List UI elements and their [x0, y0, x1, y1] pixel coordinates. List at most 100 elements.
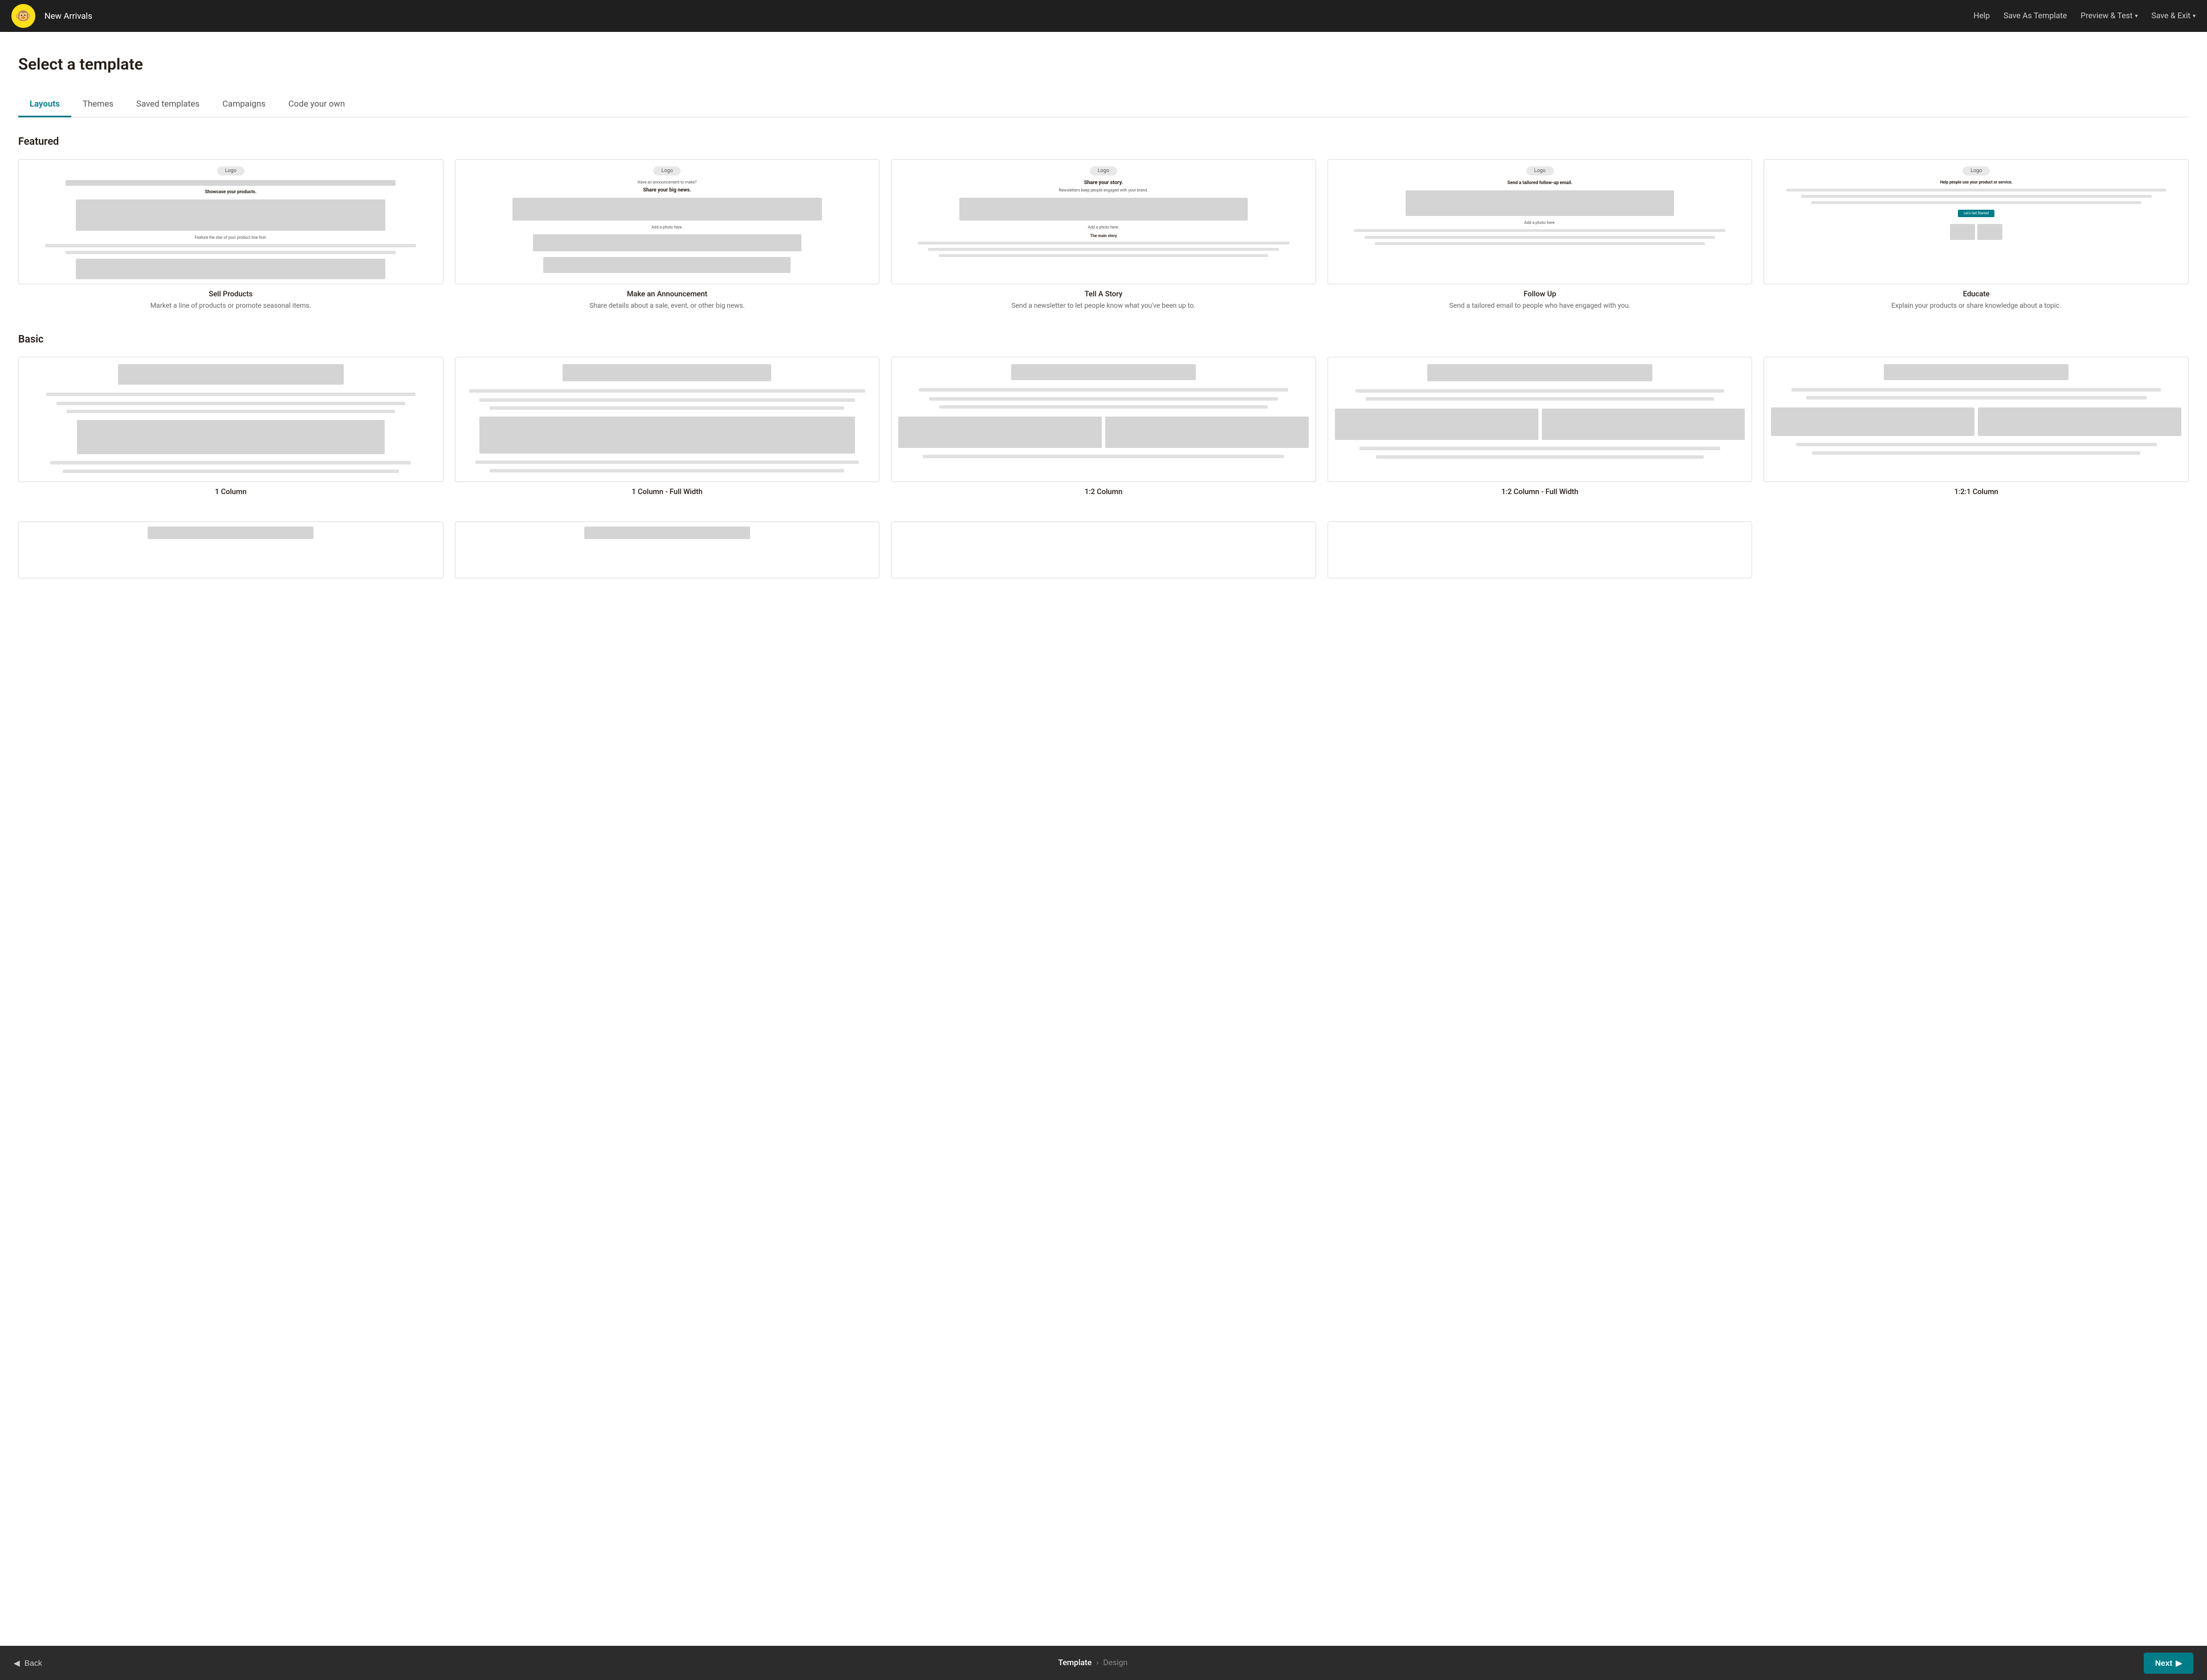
template-more-2[interactable] [455, 521, 880, 584]
tabs-container: Layouts Themes Saved templates Campaigns… [18, 92, 2189, 117]
card-label-5: Educate [1764, 290, 2189, 299]
ph-b1 [118, 364, 344, 385]
ph-img8 [1950, 224, 1975, 240]
featured-section-title: Featured [18, 136, 2189, 148]
ph-b6 [898, 417, 1102, 448]
logo-pill-2: Logo [653, 166, 681, 176]
ph-img9 [1977, 224, 2002, 240]
ph-b5 [1011, 364, 1196, 380]
ph-b2 [77, 420, 385, 454]
ph-bt12 [929, 397, 1278, 401]
tab-saved-templates[interactable]: Saved templates [125, 92, 211, 117]
template-more-4[interactable] [1328, 521, 1753, 584]
card-label-2: Make an Announcement [455, 290, 880, 299]
announcement-preview: Logo Have an announcement to make? Share… [455, 159, 880, 284]
template-sell-products[interactable]: Logo Showcase your products. Feature the… [18, 159, 443, 311]
tab-campaigns[interactable]: Campaigns [211, 92, 277, 117]
template-educate[interactable]: Logo Help people use your product or ser… [1764, 159, 2189, 311]
card-inner-text2: Have an announcement to make? [638, 180, 697, 185]
help-link[interactable]: Help [1973, 11, 1990, 21]
ph-e2 [1801, 195, 2152, 198]
tab-themes[interactable]: Themes [71, 92, 125, 117]
card-desc-5: Explain your products or share knowledge… [1764, 301, 2189, 311]
card-desc-2: Share details about a sale, event, or ot… [455, 301, 880, 311]
template-more-3[interactable] [891, 521, 1316, 584]
ph-b13 [1978, 407, 2181, 436]
basic-section-title: Basic [18, 333, 2189, 345]
template-story[interactable]: Logo Share your story. Newsletters keep … [891, 159, 1316, 311]
preview-test-link[interactable]: Preview & Test ▾ [2080, 11, 2137, 21]
two-col-row-2 [1335, 409, 1745, 440]
ph-t5 [1365, 236, 1715, 239]
save-exit-link[interactable]: Save & Exit ▾ [2151, 11, 2196, 21]
save-exit-dropdown-icon: ▾ [2193, 13, 2196, 19]
ph-img5 [543, 257, 791, 273]
ph-bt18 [1376, 455, 1704, 459]
more1-preview [18, 521, 443, 578]
card-label-3: Tell A Story [891, 290, 1316, 299]
template-1-2col-full[interactable]: 1:2 Column - Full Width [1328, 357, 1753, 499]
card-inner-title3: Share your story. [1084, 180, 1123, 186]
tab-code-your-own[interactable]: Code your own [277, 92, 356, 117]
ph-bt5 [63, 470, 399, 473]
ph-b8 [1427, 364, 1653, 381]
more3-preview [891, 521, 1316, 578]
page-title: Select a template [18, 55, 2189, 74]
ph-bt8 [490, 406, 844, 410]
preview-dropdown-icon: ▾ [2135, 13, 2137, 19]
basic-card-label-3: 1:2 Column [891, 488, 1316, 496]
ph-image2 [76, 259, 385, 279]
ph-bt1 [46, 393, 416, 396]
template-1-2col[interactable]: 1:2 Column [891, 357, 1316, 499]
card-desc-3: Send a newsletter to let people know wha… [891, 301, 1316, 311]
card-inner-text: Feature the star of your product line fi… [195, 235, 267, 240]
save-as-template-link[interactable]: Save As Template [2004, 11, 2067, 21]
more-basic-grid [18, 521, 2189, 584]
ph-t4 [1354, 229, 1725, 232]
card-inner-title5: Help people use your product or service. [1940, 180, 2013, 185]
template-1col-full[interactable]: 1 Column - Full Width [455, 357, 880, 499]
ph-bt11 [919, 388, 1288, 392]
followup-preview: Logo Send a tailored follow-up email. Ad… [1328, 159, 1753, 284]
next-button[interactable]: Next ▶ [2144, 1653, 2193, 1674]
top-nav: 🐵 New Arrivals Help Save As Template Pre… [0, 0, 2207, 32]
1-2-1col-preview [1764, 357, 2189, 482]
breadcrumb-next-step: Design [1103, 1658, 1127, 1667]
breadcrumb: Template › Design [1058, 1658, 1127, 1667]
campaign-title: New Arrivals [44, 11, 92, 21]
more4-preview [1328, 521, 1753, 578]
more2-preview [455, 521, 880, 578]
ph-m1 [148, 527, 313, 539]
ph-b10 [1542, 409, 1745, 440]
template-followup[interactable]: Logo Send a tailored follow-up email. Ad… [1328, 159, 1753, 311]
ph-img6 [959, 198, 1248, 221]
card-label: Sell Products [18, 290, 443, 299]
ph-img3 [512, 198, 822, 221]
ph-m2 [584, 527, 750, 539]
ph-bt9 [475, 460, 859, 464]
two-col-row [898, 417, 1309, 448]
mailchimp-logo: 🐵 [11, 4, 35, 28]
ph-b11 [1884, 364, 2068, 380]
cta-button-2: Let's Get Started [1958, 210, 1994, 217]
template-more-1[interactable] [18, 521, 443, 584]
ph-bt4 [50, 461, 411, 464]
1-2col-preview [891, 357, 1316, 482]
ph-e1 [1786, 189, 2166, 191]
card-story-label: The main story [1090, 234, 1117, 238]
template-1col[interactable]: 1 Column [18, 357, 443, 499]
ph-bt14 [923, 455, 1284, 458]
template-1-2-1col[interactable]: 1:2:1 Column [1764, 357, 2189, 499]
nav-right: Help Save As Template Preview & Test ▾ S… [1973, 11, 2196, 21]
template-announcement[interactable]: Logo Have an announcement to make? Share… [455, 159, 880, 311]
1col-preview [18, 357, 443, 482]
ph-text1 [45, 244, 416, 247]
ph-t3 [939, 254, 1269, 257]
tab-layouts[interactable]: Layouts [18, 92, 71, 117]
back-button[interactable]: ◀ Back [14, 1658, 42, 1668]
ph-row [1950, 224, 2002, 240]
ph-bt16 [1366, 397, 1715, 401]
ph-bt15 [1355, 389, 1725, 393]
basic-card-label-2: 1 Column - Full Width [455, 488, 880, 496]
ph-bt3 [67, 410, 395, 413]
